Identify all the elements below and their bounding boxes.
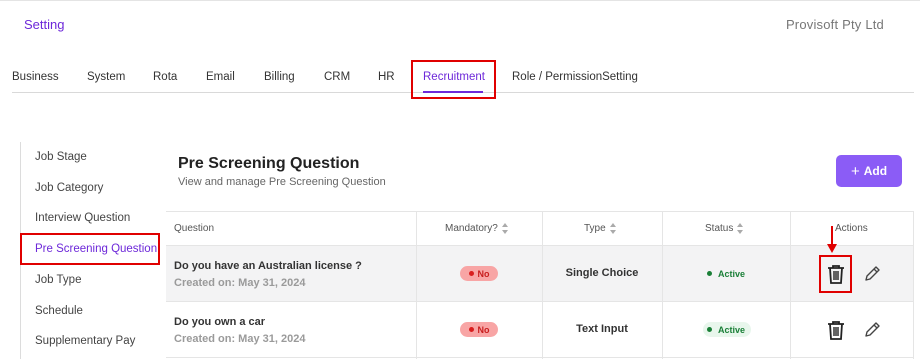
plus-icon: + [850,162,860,180]
column-divider [416,211,417,359]
trash-icon[interactable] [823,317,849,343]
pencil-icon[interactable] [859,317,885,343]
column-header-status[interactable]: Status [705,223,744,234]
questions-table: Question Mandatory? Type Status Actions … [166,211,914,359]
question-text: Do you have an Australian license ? [174,260,362,272]
sidebar-item-job-category[interactable]: Job Category [35,182,103,194]
add-button[interactable]: + Add [836,155,902,187]
mandatory-badge: No [460,322,498,337]
tab-email[interactable]: Email [206,71,235,83]
column-divider [790,211,791,359]
status-dot [468,327,474,332]
sidebar-item-interview-question[interactable]: Interview Question [35,212,130,224]
tab-business[interactable]: Business [12,71,59,83]
status-dot [707,327,712,332]
mandatory-badge: No [460,266,498,281]
sort-icon [501,223,509,234]
table-row: Do you have an Australian license ? Crea… [166,246,914,302]
company-name: Provisoft Pty Ltd [785,17,884,32]
status-badge: Active [703,266,751,281]
created-date: Created on: May 31, 2024 [174,277,306,289]
sidebar-item-job-type[interactable]: Job Type [35,274,81,286]
column-header-type[interactable]: Type [584,223,617,234]
column-divider [662,211,663,359]
trash-highlight-box [819,255,852,293]
sort-icon [609,223,617,234]
column-divider [542,211,543,359]
table-row: Do you own a car Created on: May 31, 202… [166,302,914,358]
section-subtitle: View and manage Pre Screening Question [178,176,386,188]
recruitment-tab-highlight-box [411,60,496,99]
tab-crm[interactable]: CRM [324,71,350,83]
arrow-down-icon [827,226,837,253]
tab-system[interactable]: System [87,71,125,83]
add-button-label: Add [863,164,888,178]
tab-billing[interactable]: Billing [264,71,295,83]
sidebar-highlight-box [20,233,160,265]
page-title: Setting [24,17,65,32]
status-dot [468,271,474,276]
question-type: Text Input [576,323,628,335]
tab-role-permission-setting[interactable]: Role / PermissionSetting [512,71,638,83]
sort-icon [737,223,744,234]
sidebar-item-schedule[interactable]: Schedule [35,305,83,317]
section-title: Pre Screening Question [178,155,360,172]
sidebar-item-supplementary-pay[interactable]: Supplementary Pay [35,335,135,347]
created-date: Created on: May 31, 2024 [174,333,306,345]
table-header: Question Mandatory? Type Status Actions [166,211,914,246]
top-divider [0,0,920,1]
status-dot [707,271,712,276]
tab-rota[interactable]: Rota [153,71,177,83]
column-header-mandatory[interactable]: Mandatory? [445,223,509,234]
question-type: Single Choice [565,267,639,279]
column-header-actions: Actions [835,223,868,234]
status-badge: Active [703,322,752,337]
pencil-icon[interactable] [859,261,885,287]
tab-hr[interactable]: HR [378,71,395,83]
column-divider [913,211,914,359]
column-header-question: Question [174,223,215,234]
sidebar-item-job-stage[interactable]: Job Stage [35,151,87,163]
question-text: Do you own a car [174,316,266,328]
